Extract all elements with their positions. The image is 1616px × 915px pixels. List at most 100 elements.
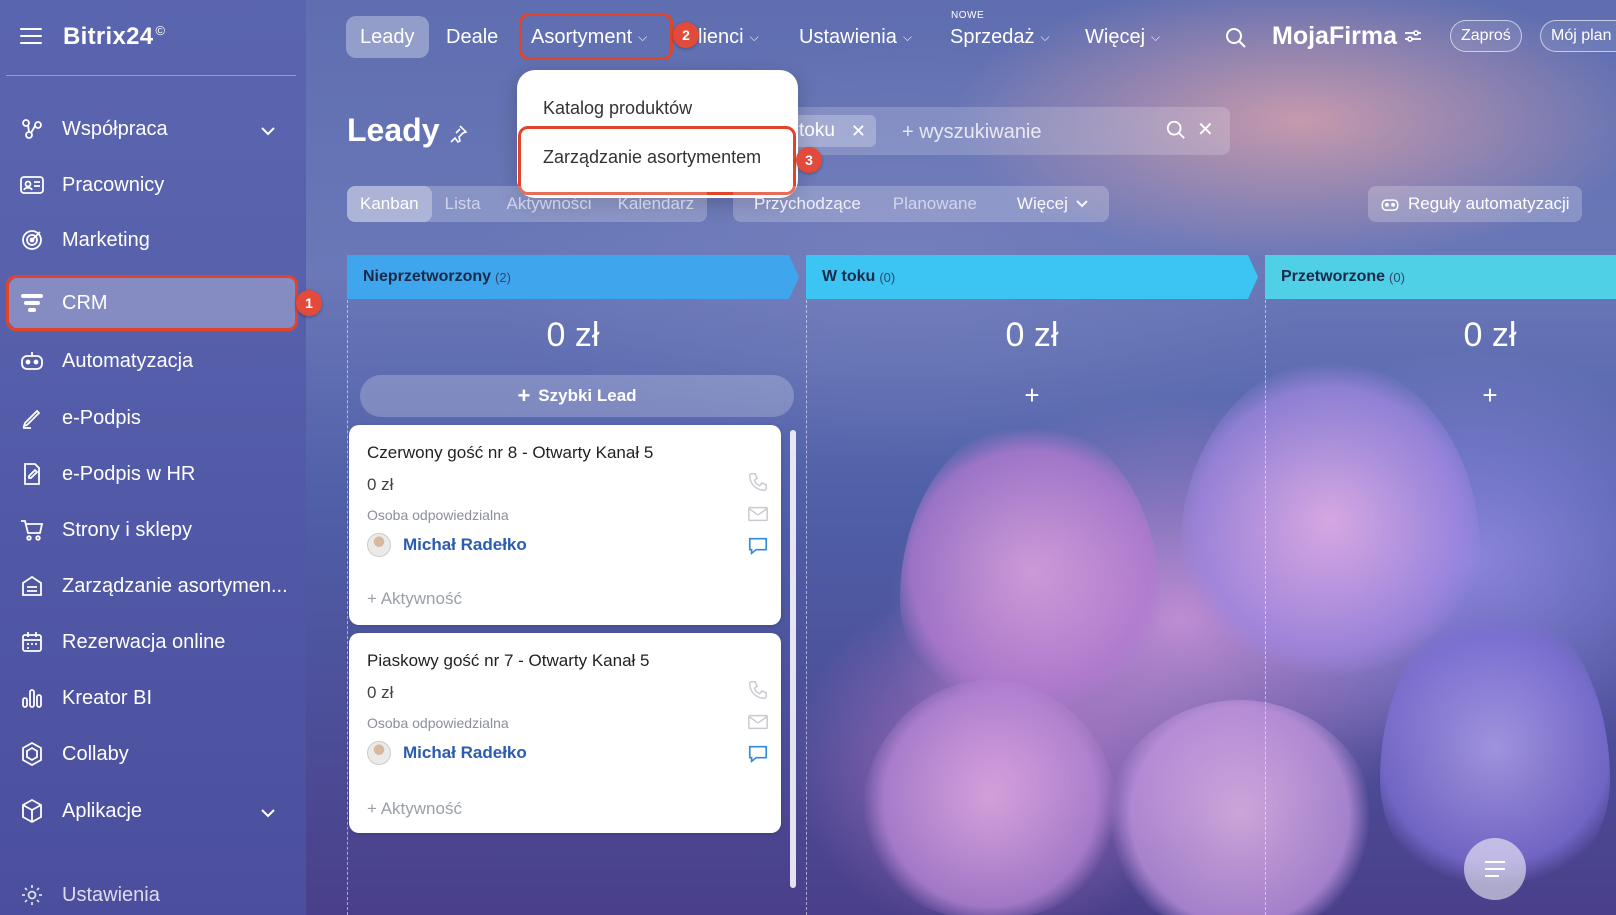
sidebar-item-automatyzacja[interactable]: Automatyzacja bbox=[8, 336, 298, 386]
logo-row: Bitrix24 © bbox=[0, 0, 306, 76]
close-icon[interactable]: ✕ bbox=[851, 121, 866, 142]
add-activity-link[interactable]: + Aktywność bbox=[367, 799, 462, 819]
automation-rules-button[interactable]: Reguły automatyzacji bbox=[1368, 186, 1582, 222]
view-tab-aktywnosci[interactable]: Aktywności bbox=[494, 186, 605, 222]
highlight-zarzadzanie bbox=[518, 126, 796, 195]
sidebar-item-label: Automatyzacja bbox=[62, 349, 194, 372]
company-name[interactable]: MojaFirma bbox=[1272, 22, 1422, 51]
plus-icon: + bbox=[517, 383, 531, 408]
tab-wiecej[interactable]: Więcej ⌵ bbox=[1085, 16, 1160, 58]
clear-icon[interactable]: ✕ bbox=[1197, 117, 1214, 142]
highlight-asortyment bbox=[519, 13, 673, 60]
sidebar-item-marketing[interactable]: Marketing bbox=[8, 215, 298, 265]
column-header-nieprzetworzony[interactable]: Nieprzetworzony (2) bbox=[347, 255, 799, 299]
add-activity-link[interactable]: + Aktywność bbox=[367, 589, 462, 609]
chat-icon[interactable] bbox=[747, 743, 769, 770]
card-amount: 0 zł bbox=[367, 475, 394, 494]
lead-card[interactable]: Czerwony gość nr 8 - Otwarty Kanał 5 0 z… bbox=[349, 425, 781, 625]
hexagon-icon bbox=[18, 740, 46, 768]
tab-sprzedaz[interactable]: Sprzedaż ⌵ bbox=[950, 16, 1050, 58]
step-badge-3: 3 bbox=[796, 147, 822, 173]
view-mode-switcher: Kanban Lista Aktywności Kalendarz bbox=[347, 186, 708, 222]
tab-leady[interactable]: Leady bbox=[346, 16, 429, 58]
menu-icon[interactable] bbox=[20, 28, 42, 44]
robot-icon bbox=[1381, 199, 1399, 211]
sidebar-item-rezerwacja-online[interactable]: Rezerwacja online bbox=[8, 617, 298, 667]
responsible-user[interactable]: Michał Radełko bbox=[367, 533, 527, 557]
filter-przychodzace[interactable]: Przychodzące bbox=[741, 186, 874, 222]
sidebar-item-strony-i-sklepy[interactable]: Strony i sklepy bbox=[8, 505, 298, 555]
sidebar-item-label: Ustawienia bbox=[62, 883, 160, 906]
sidebar-item-label: Strony i sklepy bbox=[62, 518, 193, 541]
sidebar-item-label: Aplikacje bbox=[62, 799, 143, 822]
sidebar-item-label: Pracownicy bbox=[62, 173, 165, 196]
email-icon[interactable] bbox=[747, 713, 769, 736]
tab-deale[interactable]: Deale bbox=[446, 16, 498, 58]
feed-button[interactable] bbox=[1464, 838, 1526, 900]
sidebar-item-label: Collaby bbox=[62, 742, 129, 765]
step-badge-2: 2 bbox=[673, 22, 699, 48]
chat-icon[interactable] bbox=[747, 535, 769, 562]
chevron-down-icon: ⌵ bbox=[1040, 29, 1050, 44]
search-icon[interactable] bbox=[1224, 26, 1248, 55]
lead-card[interactable]: Piaskowy gość nr 7 - Otwarty Kanał 5 0 z… bbox=[349, 633, 781, 833]
search-input[interactable]: + wyszukiwanie bbox=[902, 121, 1042, 144]
quick-lead-button[interactable]: + Szybki Lead bbox=[360, 375, 794, 417]
view-tab-lista[interactable]: Lista bbox=[432, 186, 494, 222]
sidebar-item-wspolpraca[interactable]: Współpraca bbox=[8, 104, 298, 154]
robot-icon bbox=[18, 347, 46, 375]
column-header-przetworzone[interactable]: Przetworzone (0) bbox=[1265, 255, 1616, 299]
my-plan-button[interactable]: Mój plan bbox=[1540, 20, 1616, 52]
sidebar-item-label: e-Podpis bbox=[62, 406, 141, 429]
sidebar-item-collaby[interactable]: Collaby bbox=[8, 729, 298, 779]
column-scrollbar[interactable] bbox=[790, 430, 796, 888]
cube-icon bbox=[18, 797, 46, 825]
chevron-down-icon[interactable] bbox=[260, 119, 276, 142]
tab-ustawienia[interactable]: Ustawienia ⌵ bbox=[799, 16, 912, 58]
sidebar-item-zarzadzanie-asortymentem[interactable]: Zarządzanie asortymen... bbox=[8, 561, 298, 611]
chevron-down-icon[interactable] bbox=[260, 801, 276, 824]
brand-logo[interactable]: Bitrix24 © bbox=[63, 23, 165, 51]
sidebar-divider bbox=[6, 75, 296, 76]
column-header-w-toku[interactable]: W toku (0) bbox=[806, 255, 1258, 299]
sidebar-item-label: Kreator BI bbox=[62, 686, 153, 709]
responsible-user[interactable]: Michał Radełko bbox=[367, 741, 527, 765]
filter-search-bar[interactable]: w toku ✕ + wyszukiwanie ✕ bbox=[760, 107, 1230, 155]
inventory-icon bbox=[18, 572, 46, 600]
column-sum: 0 zł bbox=[1463, 316, 1517, 354]
column-divider bbox=[1265, 300, 1266, 915]
add-item-button[interactable]: + bbox=[817, 380, 1247, 411]
chevron-down-icon: ⌵ bbox=[749, 29, 759, 44]
card-title[interactable]: Czerwony gość nr 8 - Otwarty Kanał 5 bbox=[367, 443, 653, 463]
sidebar-item-kreator-bi[interactable]: Kreator BI bbox=[8, 673, 298, 723]
sidebar-item-ustawienia[interactable]: Ustawienia bbox=[8, 870, 298, 915]
pin-icon[interactable] bbox=[448, 124, 468, 149]
add-item-button[interactable]: + bbox=[1275, 380, 1616, 411]
view-tab-kanban[interactable]: Kanban bbox=[347, 186, 432, 222]
filter-planowane[interactable]: Planowane bbox=[880, 186, 990, 222]
marketing-icon bbox=[18, 226, 46, 254]
sidebar-item-e-podpis[interactable]: e-Podpis bbox=[8, 393, 298, 443]
filter-wiecej[interactable]: Więcej bbox=[1004, 186, 1101, 222]
counters-filter: Przychodzące Planowane Więcej bbox=[733, 186, 1109, 222]
responsible-label: Osoba odpowiedzialna bbox=[367, 715, 509, 731]
avatar bbox=[367, 741, 391, 765]
pen-icon bbox=[18, 404, 46, 432]
phone-icon[interactable] bbox=[747, 471, 769, 498]
sidebar-item-e-podpis-hr[interactable]: e-Podpis w HR bbox=[8, 449, 298, 499]
sidebar-item-aplikacje[interactable]: Aplikacje bbox=[8, 786, 298, 836]
bar-chart-icon bbox=[18, 684, 46, 712]
tab-klienci[interactable]: lienci ⌵ bbox=[698, 16, 759, 58]
view-tab-kalendarz[interactable]: Kalendarz bbox=[605, 186, 708, 222]
highlight-crm bbox=[6, 275, 298, 331]
sidebar-item-pracownicy[interactable]: Pracownicy bbox=[8, 160, 298, 210]
email-icon[interactable] bbox=[747, 505, 769, 528]
search-icon[interactable] bbox=[1165, 119, 1187, 146]
menu-item-katalog-produktow[interactable]: Katalog produktów bbox=[543, 98, 692, 119]
card-title[interactable]: Piaskowy gość nr 7 - Otwarty Kanał 5 bbox=[367, 651, 650, 671]
phone-icon[interactable] bbox=[747, 679, 769, 706]
invite-button[interactable]: Zaproś bbox=[1450, 20, 1522, 52]
employees-icon bbox=[18, 171, 46, 199]
sidebar-item-label: Współpraca bbox=[62, 117, 168, 140]
column-sum: 0 zł bbox=[1005, 316, 1059, 354]
